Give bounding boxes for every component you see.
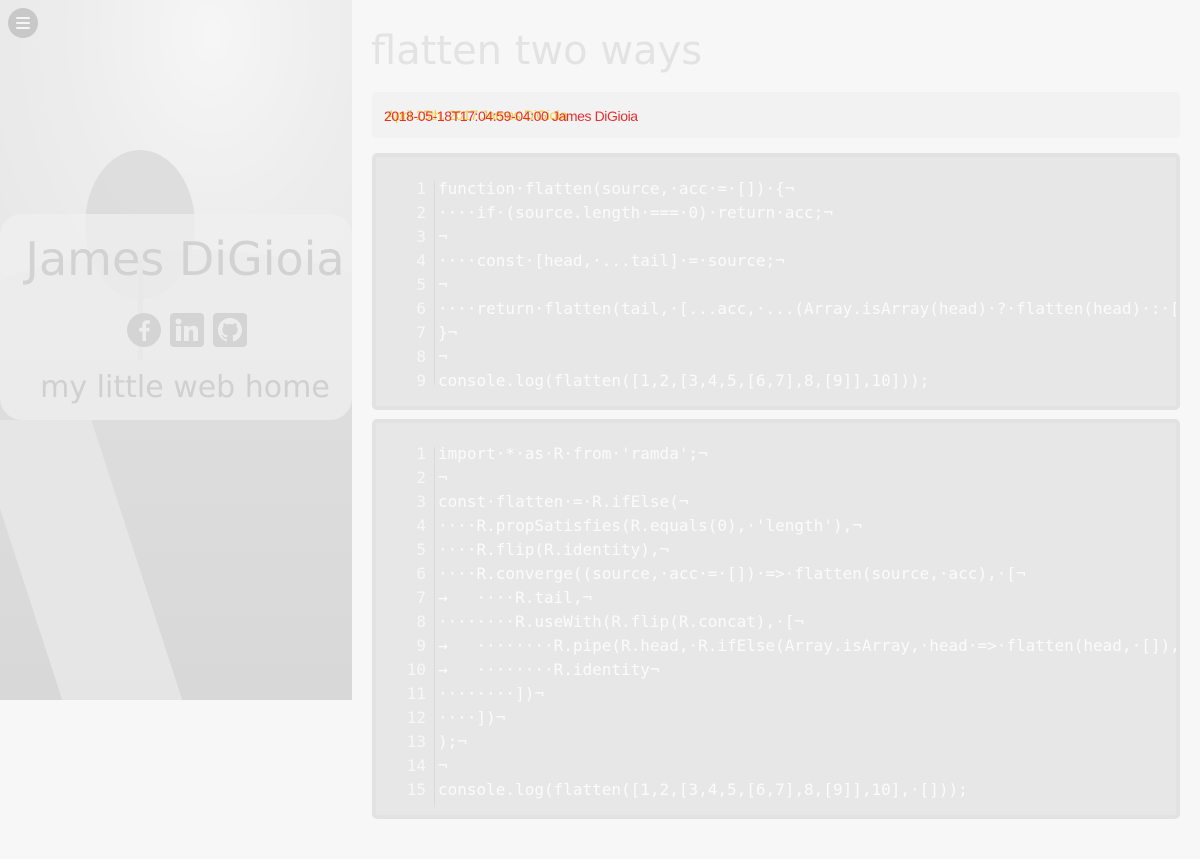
code-text: ¬: [438, 227, 448, 246]
line-number: 7: [416, 323, 426, 342]
menu-bar: [16, 22, 30, 24]
line-number: 9: [416, 371, 426, 390]
sidebar: James DiGioia my little web home: [0, 0, 352, 700]
code-text: function·flatten(source,·acc·=·[])·{¬: [438, 179, 795, 198]
code-line: 13 );¬: [376, 730, 1176, 754]
code-text: → ········R.identity¬: [438, 660, 660, 679]
line-number: 8: [416, 347, 426, 366]
code-text: ¬: [438, 468, 448, 487]
code-line: 8 ········R.useWith(R.flip(R.concat),·[¬: [376, 610, 1176, 634]
code-text: ····const·[head,·...tail]·=·source;¬: [438, 251, 785, 270]
code-text: ····R.flip(R.identity),¬: [438, 540, 670, 559]
code-line: 4 ····R.propSatisfies(R.equals(0),·'lengt…: [376, 514, 1176, 538]
code-text: }¬: [438, 323, 458, 342]
code-text: ¬: [438, 347, 448, 366]
code-line: 6 ····return·flatten(tail,·[...acc,·...(A…: [376, 297, 1176, 321]
post-title: flatten two ways: [371, 28, 703, 74]
code-text: ¬: [438, 275, 448, 294]
line-number: 2: [416, 203, 426, 222]
code-line: 9 console.log(flatten([1,2,[3,4,5,[6,7],8…: [376, 369, 1176, 393]
github-icon[interactable]: [212, 312, 248, 348]
code-line: 1 function·flatten(source,·acc·=·[])·{¬: [376, 177, 1176, 201]
line-number: 9: [416, 636, 426, 655]
code-line: 2 ¬: [376, 466, 1176, 490]
code-line: 15 console.log(flatten([1,2,[3,4,5,[6,7],…: [376, 778, 1176, 802]
code-line: 2 ····if·(source.length·===·0)·return·acc…: [376, 201, 1176, 225]
line-number: 1: [416, 179, 426, 198]
code-line: 3 ¬: [376, 225, 1176, 249]
code-line: 10 → ········R.identity¬: [376, 658, 1176, 682]
line-number: 7: [416, 588, 426, 607]
post-meta-date-author: 2018-05-18T17:04:59-04:00 James DiGioia: [384, 108, 638, 124]
menu-bar: [16, 27, 30, 29]
tagline: my little web home: [40, 370, 330, 405]
code-text: ····R.converge((source,·acc·=·[])·=>·fla…: [438, 564, 1026, 583]
line-number: 6: [416, 564, 426, 583]
line-number: 5: [416, 275, 426, 294]
code-text: console.log(flatten([1,2,[3,4,5,[6,7],8,…: [438, 780, 968, 799]
line-number: 2: [416, 468, 426, 487]
code-line: 4 ····const·[head,·...tail]·=·source;¬: [376, 249, 1176, 273]
code-text: ····])¬: [438, 708, 506, 727]
post-meta: April 15th, 2017 James DiGioia 2018-05-1…: [372, 92, 1180, 138]
linkedin-icon[interactable]: [169, 312, 205, 348]
line-number: 4: [416, 251, 426, 270]
code-line: 14 ¬: [376, 754, 1176, 778]
code-text: ········])¬: [438, 684, 544, 703]
page: James DiGioia my little web home flatten…: [0, 0, 1200, 859]
code-line: 5 ¬: [376, 273, 1176, 297]
code-text: const·flatten·=·R.ifElse(¬: [438, 492, 689, 511]
code-text: import·*·as·R·from·'ramda';¬: [438, 444, 708, 463]
line-number: 14: [406, 756, 426, 775]
line-number: 13: [406, 732, 426, 751]
code-line: 7 }¬: [376, 321, 1176, 345]
code-text: ····return·flatten(tail,·[...acc,·...(Ar…: [438, 299, 1180, 318]
line-number: 3: [416, 492, 426, 511]
code-text: ····R.propSatisfies(R.equals(0),·'length…: [438, 516, 862, 535]
code-text: → ····R.tail,¬: [438, 588, 593, 607]
code-block-recursive: 1 function·flatten(source,·acc·=·[])·{¬ 2…: [372, 153, 1180, 410]
line-number: 1: [416, 444, 426, 463]
code-line: 11 ········])¬: [376, 682, 1176, 706]
code-text: ········R.useWith(R.flip(R.concat),·[¬: [438, 612, 805, 631]
code-line: 1 import·*·as·R·from·'ramda';¬: [376, 442, 1176, 466]
menu-bar: [16, 17, 30, 19]
code-text: );¬: [438, 732, 467, 751]
code-text: → ········R.pipe(R.head,·R.ifElse(Array.…: [438, 636, 1180, 655]
hamburger-menu-icon[interactable]: [8, 8, 38, 38]
code-line: 12 ····])¬: [376, 706, 1176, 730]
line-number: 15: [406, 780, 426, 799]
line-number: 3: [416, 227, 426, 246]
code-line: 7 → ····R.tail,¬: [376, 586, 1176, 610]
line-number: 4: [416, 516, 426, 535]
line-number: 8: [416, 612, 426, 631]
code-block-ramda: 1 import·*·as·R·from·'ramda';¬ 2 ¬ 3 const·…: [372, 419, 1180, 819]
line-number: 10: [406, 660, 426, 679]
line-number: 6: [416, 299, 426, 318]
code-line: 3 const·flatten·=·R.ifElse(¬: [376, 490, 1176, 514]
code-text: console.log(flatten([1,2,[3,4,5,[6,7],8,…: [438, 371, 930, 390]
code-line: 9 → ········R.pipe(R.head,·R.ifElse(Array…: [376, 634, 1176, 658]
line-number: 11: [406, 684, 426, 703]
facebook-icon[interactable]: [126, 312, 162, 348]
code-text: ¬: [438, 756, 448, 775]
code-line: 5 ····R.flip(R.identity),¬: [376, 538, 1176, 562]
author-name[interactable]: James DiGioia: [0, 232, 352, 286]
line-number: 5: [416, 540, 426, 559]
line-number: 12: [406, 708, 426, 727]
code-text: ····if·(source.length·===·0)·return·acc;…: [438, 203, 833, 222]
code-line: 8 ¬: [376, 345, 1176, 369]
social-links: [126, 312, 248, 348]
code-line: 6 ····R.converge((source,·acc·=·[])·=>·fl…: [376, 562, 1176, 586]
